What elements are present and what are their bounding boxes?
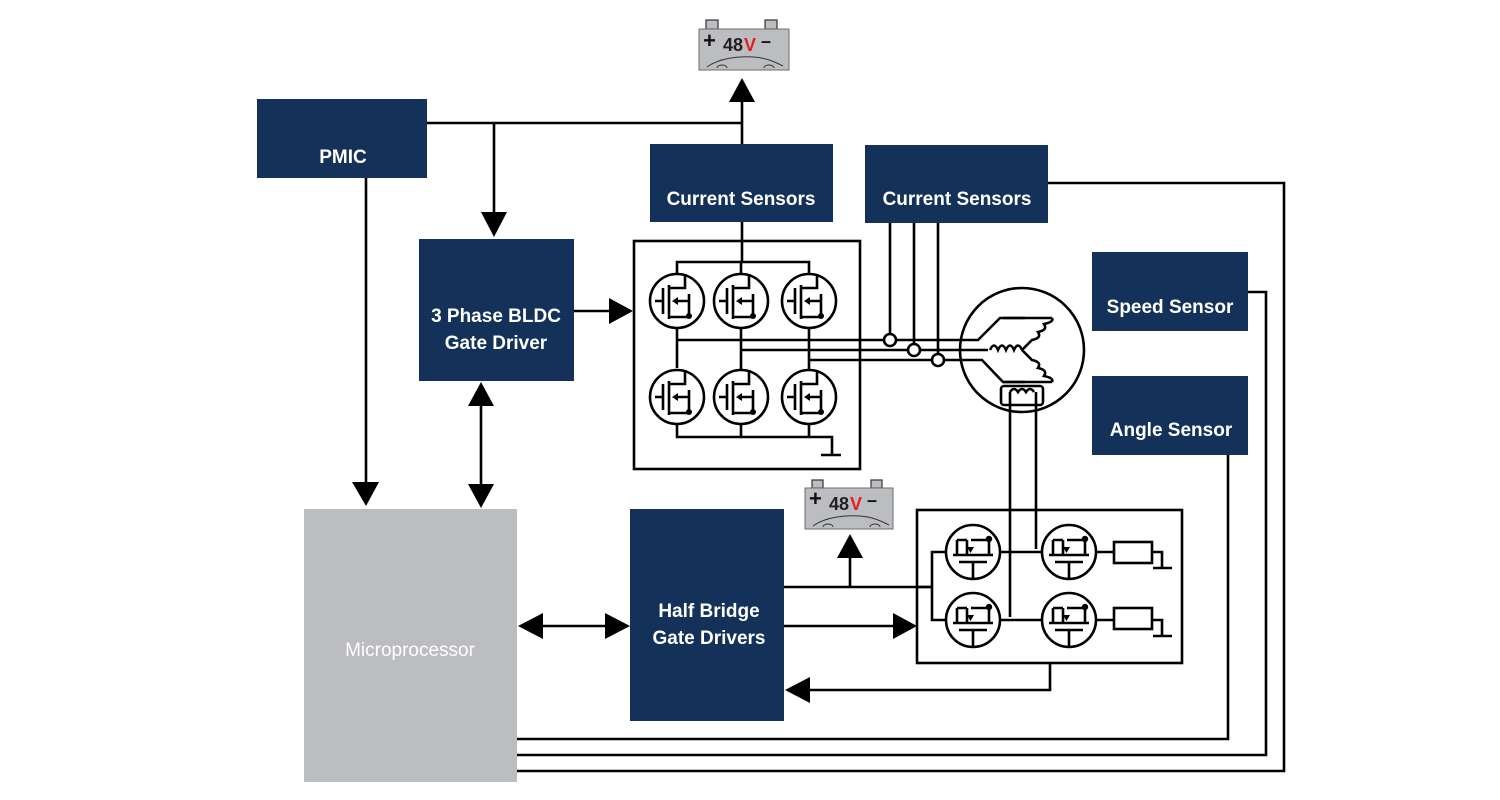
arrow-to-mcu-left bbox=[518, 613, 543, 639]
current-sensors-2-block: Current Sensors bbox=[865, 145, 1048, 223]
arrow-to-gate-driver bbox=[481, 212, 507, 237]
arrow-to-battery-top bbox=[729, 78, 755, 102]
battery-voltage-unit: V bbox=[744, 35, 756, 55]
load-resistor-2 bbox=[1112, 606, 1154, 631]
angle-sensor-label: Angle Sensor bbox=[1110, 420, 1233, 441]
arrow-up-to-gate-driver bbox=[468, 382, 494, 406]
inverter-bridge bbox=[632, 239, 862, 471]
arrow-to-hb-driver-right bbox=[605, 613, 630, 639]
microprocessor-block: Microprocessor bbox=[304, 509, 517, 782]
battery-48v-bottom: + 48 V – bbox=[804, 479, 894, 530]
speed-sensor-block: Speed Sensor bbox=[1092, 252, 1248, 331]
current-sense-ring-b bbox=[906, 342, 922, 358]
battery-minus-sign: – bbox=[867, 490, 877, 510]
motor-winding-coil bbox=[988, 317, 1054, 383]
mosfet-icon bbox=[780, 272, 838, 330]
mosfet-icon bbox=[1040, 591, 1098, 649]
gate-driver-block: 3 Phase BLDC Gate Driver bbox=[419, 239, 574, 381]
battery-voltage-number: 48 bbox=[829, 494, 849, 514]
half-bridge-driver-block: Half Bridge Gate Drivers bbox=[630, 509, 784, 721]
battery-plus-sign: + bbox=[809, 486, 822, 511]
mosfet-icon bbox=[780, 368, 838, 426]
battery-voltage-number: 48 bbox=[723, 35, 743, 55]
half-bridge-label-line2: Gate Drivers bbox=[652, 628, 765, 649]
battery-plus-sign: + bbox=[703, 28, 716, 53]
battery-terminal-minus bbox=[870, 479, 883, 489]
pmic-label: PMIC bbox=[319, 147, 367, 168]
mosfet-icon bbox=[712, 272, 770, 330]
battery-voltage-unit: V bbox=[850, 494, 862, 514]
gate-driver-label-line1: 3 Phase BLDC bbox=[431, 306, 561, 327]
arrow-down-to-mcu bbox=[468, 484, 494, 508]
inverter-top-rail bbox=[675, 260, 811, 274]
battery-terminal-minus bbox=[764, 19, 778, 30]
half-bridge bbox=[915, 508, 1184, 665]
arrow-feedback-to-hb-driver bbox=[785, 677, 810, 703]
current-sense-ring-c bbox=[930, 352, 946, 368]
block-diagram: PMIC 3 Phase BLDC Gate Driver Current Se… bbox=[257, 19, 1286, 782]
battery-minus-sign: – bbox=[761, 31, 771, 51]
mosfet-icon bbox=[712, 368, 770, 426]
battery-48v-top: + 48 V – bbox=[698, 19, 790, 71]
arrow-to-inverter bbox=[609, 298, 633, 324]
wire-bridge-feedback bbox=[808, 663, 1052, 692]
angle-sensor-block: Angle Sensor bbox=[1092, 376, 1248, 455]
half-bridge-label-line1: Half Bridge bbox=[658, 601, 759, 622]
speed-sensor-label: Speed Sensor bbox=[1107, 297, 1234, 318]
current-sensors-1-label: Current Sensors bbox=[667, 189, 816, 210]
mosfet-icon bbox=[1040, 523, 1098, 581]
microprocessor-label: Microprocessor bbox=[345, 640, 476, 661]
mosfet-icon bbox=[648, 272, 706, 330]
arrow-to-mcu-from-pmic bbox=[352, 482, 379, 506]
mosfet-icon bbox=[944, 523, 1002, 581]
load-resistor-1 bbox=[1112, 540, 1154, 565]
arrow-to-battery-2 bbox=[837, 534, 863, 558]
mosfet-icon bbox=[944, 591, 1002, 649]
current-sensors-2-label: Current Sensors bbox=[883, 189, 1032, 210]
mosfet-icon bbox=[648, 368, 706, 426]
pmic-block: PMIC bbox=[257, 99, 427, 178]
wire-phase-c bbox=[809, 358, 1025, 384]
current-sense-ring-a bbox=[882, 332, 898, 348]
gate-driver-label-line2: Gate Driver bbox=[445, 333, 548, 354]
current-sensors-1-block: Current Sensors bbox=[650, 144, 833, 222]
arrow-to-half-bridge bbox=[893, 613, 917, 639]
